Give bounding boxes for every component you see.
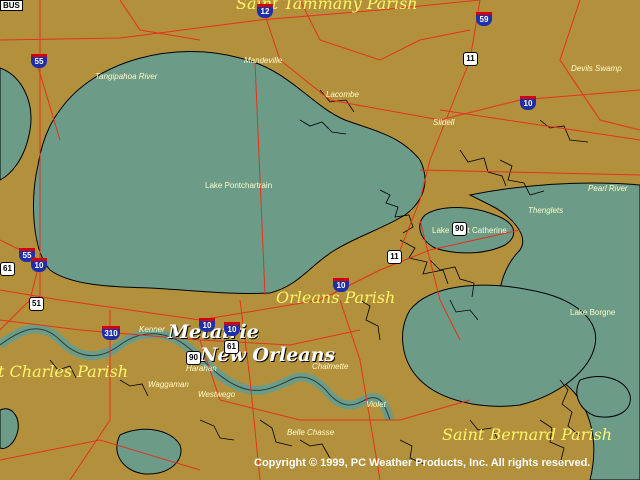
label-pearl-river: Pearl River	[588, 184, 628, 193]
shield-number: 90	[455, 224, 464, 233]
shield-number: 55	[34, 57, 44, 66]
label-kenner: Kenner	[139, 325, 165, 334]
interstate-12-shield: 12	[257, 4, 273, 18]
us-61-metro-shield: 61	[224, 340, 239, 354]
shield-number: 10	[336, 281, 346, 290]
shield-number: 11	[390, 252, 399, 261]
shield-number: 10	[202, 321, 212, 330]
label-tangipahoa-river: Tangipahoa River	[95, 72, 158, 81]
shield-number: 51	[32, 299, 41, 308]
us-90-business-shield: 90	[186, 351, 201, 365]
label-st-charles-parish: t Charles Parish	[0, 362, 128, 381]
shield-number: 10	[227, 325, 237, 334]
interstate-10-metairie-shield: 10	[199, 318, 215, 332]
label-waggaman: Waggaman	[148, 380, 189, 389]
shield-number: 61	[227, 342, 236, 351]
us-90-shield: 90	[452, 222, 467, 236]
shield-number: 59	[479, 15, 489, 24]
interstate-310-shield: 310	[102, 326, 120, 340]
label-devils-swamp: Devils Swamp	[571, 64, 622, 73]
us-51-shield: 51	[29, 297, 44, 311]
interstate-55-shield: 55	[31, 54, 47, 68]
interstate-59-shield: 59	[476, 12, 492, 26]
shield-number: 10	[34, 261, 44, 270]
interstate-10-west-shield: 10	[31, 258, 47, 272]
lake-salvador	[116, 428, 182, 475]
label-lake-st-catherine: Lake Saint Catherine	[432, 226, 507, 235]
interstate-10-nola-shield: 10	[224, 322, 240, 336]
interstate-10-central-shield: 10	[333, 278, 349, 292]
label-lake-borgne: Lake Borgne	[570, 308, 616, 317]
label-westwego: Westwego	[198, 390, 236, 399]
shield-number: 12	[260, 7, 270, 16]
shield-number: 90	[189, 353, 198, 362]
us-11-south-shield: 11	[387, 250, 402, 264]
label-slidell: Slidell	[433, 118, 455, 127]
label-lacombe: Lacombe	[326, 90, 359, 99]
label-belle-chasse: Belle Chasse	[287, 428, 335, 437]
bus-route-tag: BUS	[0, 0, 23, 11]
us-61-shield: 61	[0, 262, 15, 276]
label-st-bernard-parish: Saint Bernard Parish	[442, 425, 612, 444]
label-chalmette: Chalmette	[312, 362, 349, 371]
copyright-notice: Copyright © 1999, PC Weather Products, I…	[254, 457, 591, 469]
shield-number: 11	[466, 54, 475, 63]
shield-number: 61	[3, 264, 12, 273]
us-11-north-shield: 11	[463, 52, 478, 66]
label-harahan: Harahan	[186, 364, 217, 373]
map-canvas[interactable]: Saint Tammany Parish Tangipahoa River Ma…	[0, 0, 640, 480]
shield-number: 310	[104, 329, 118, 338]
label-violet: Violet	[366, 400, 386, 409]
label-mandeville: Mandeville	[244, 56, 283, 65]
label-thenglets: Thenglets	[528, 206, 564, 215]
label-lake-pontchartrain: Lake Pontchartrain	[205, 181, 273, 190]
shield-number: 10	[523, 99, 533, 108]
interstate-10-east-shield: 10	[520, 96, 536, 110]
